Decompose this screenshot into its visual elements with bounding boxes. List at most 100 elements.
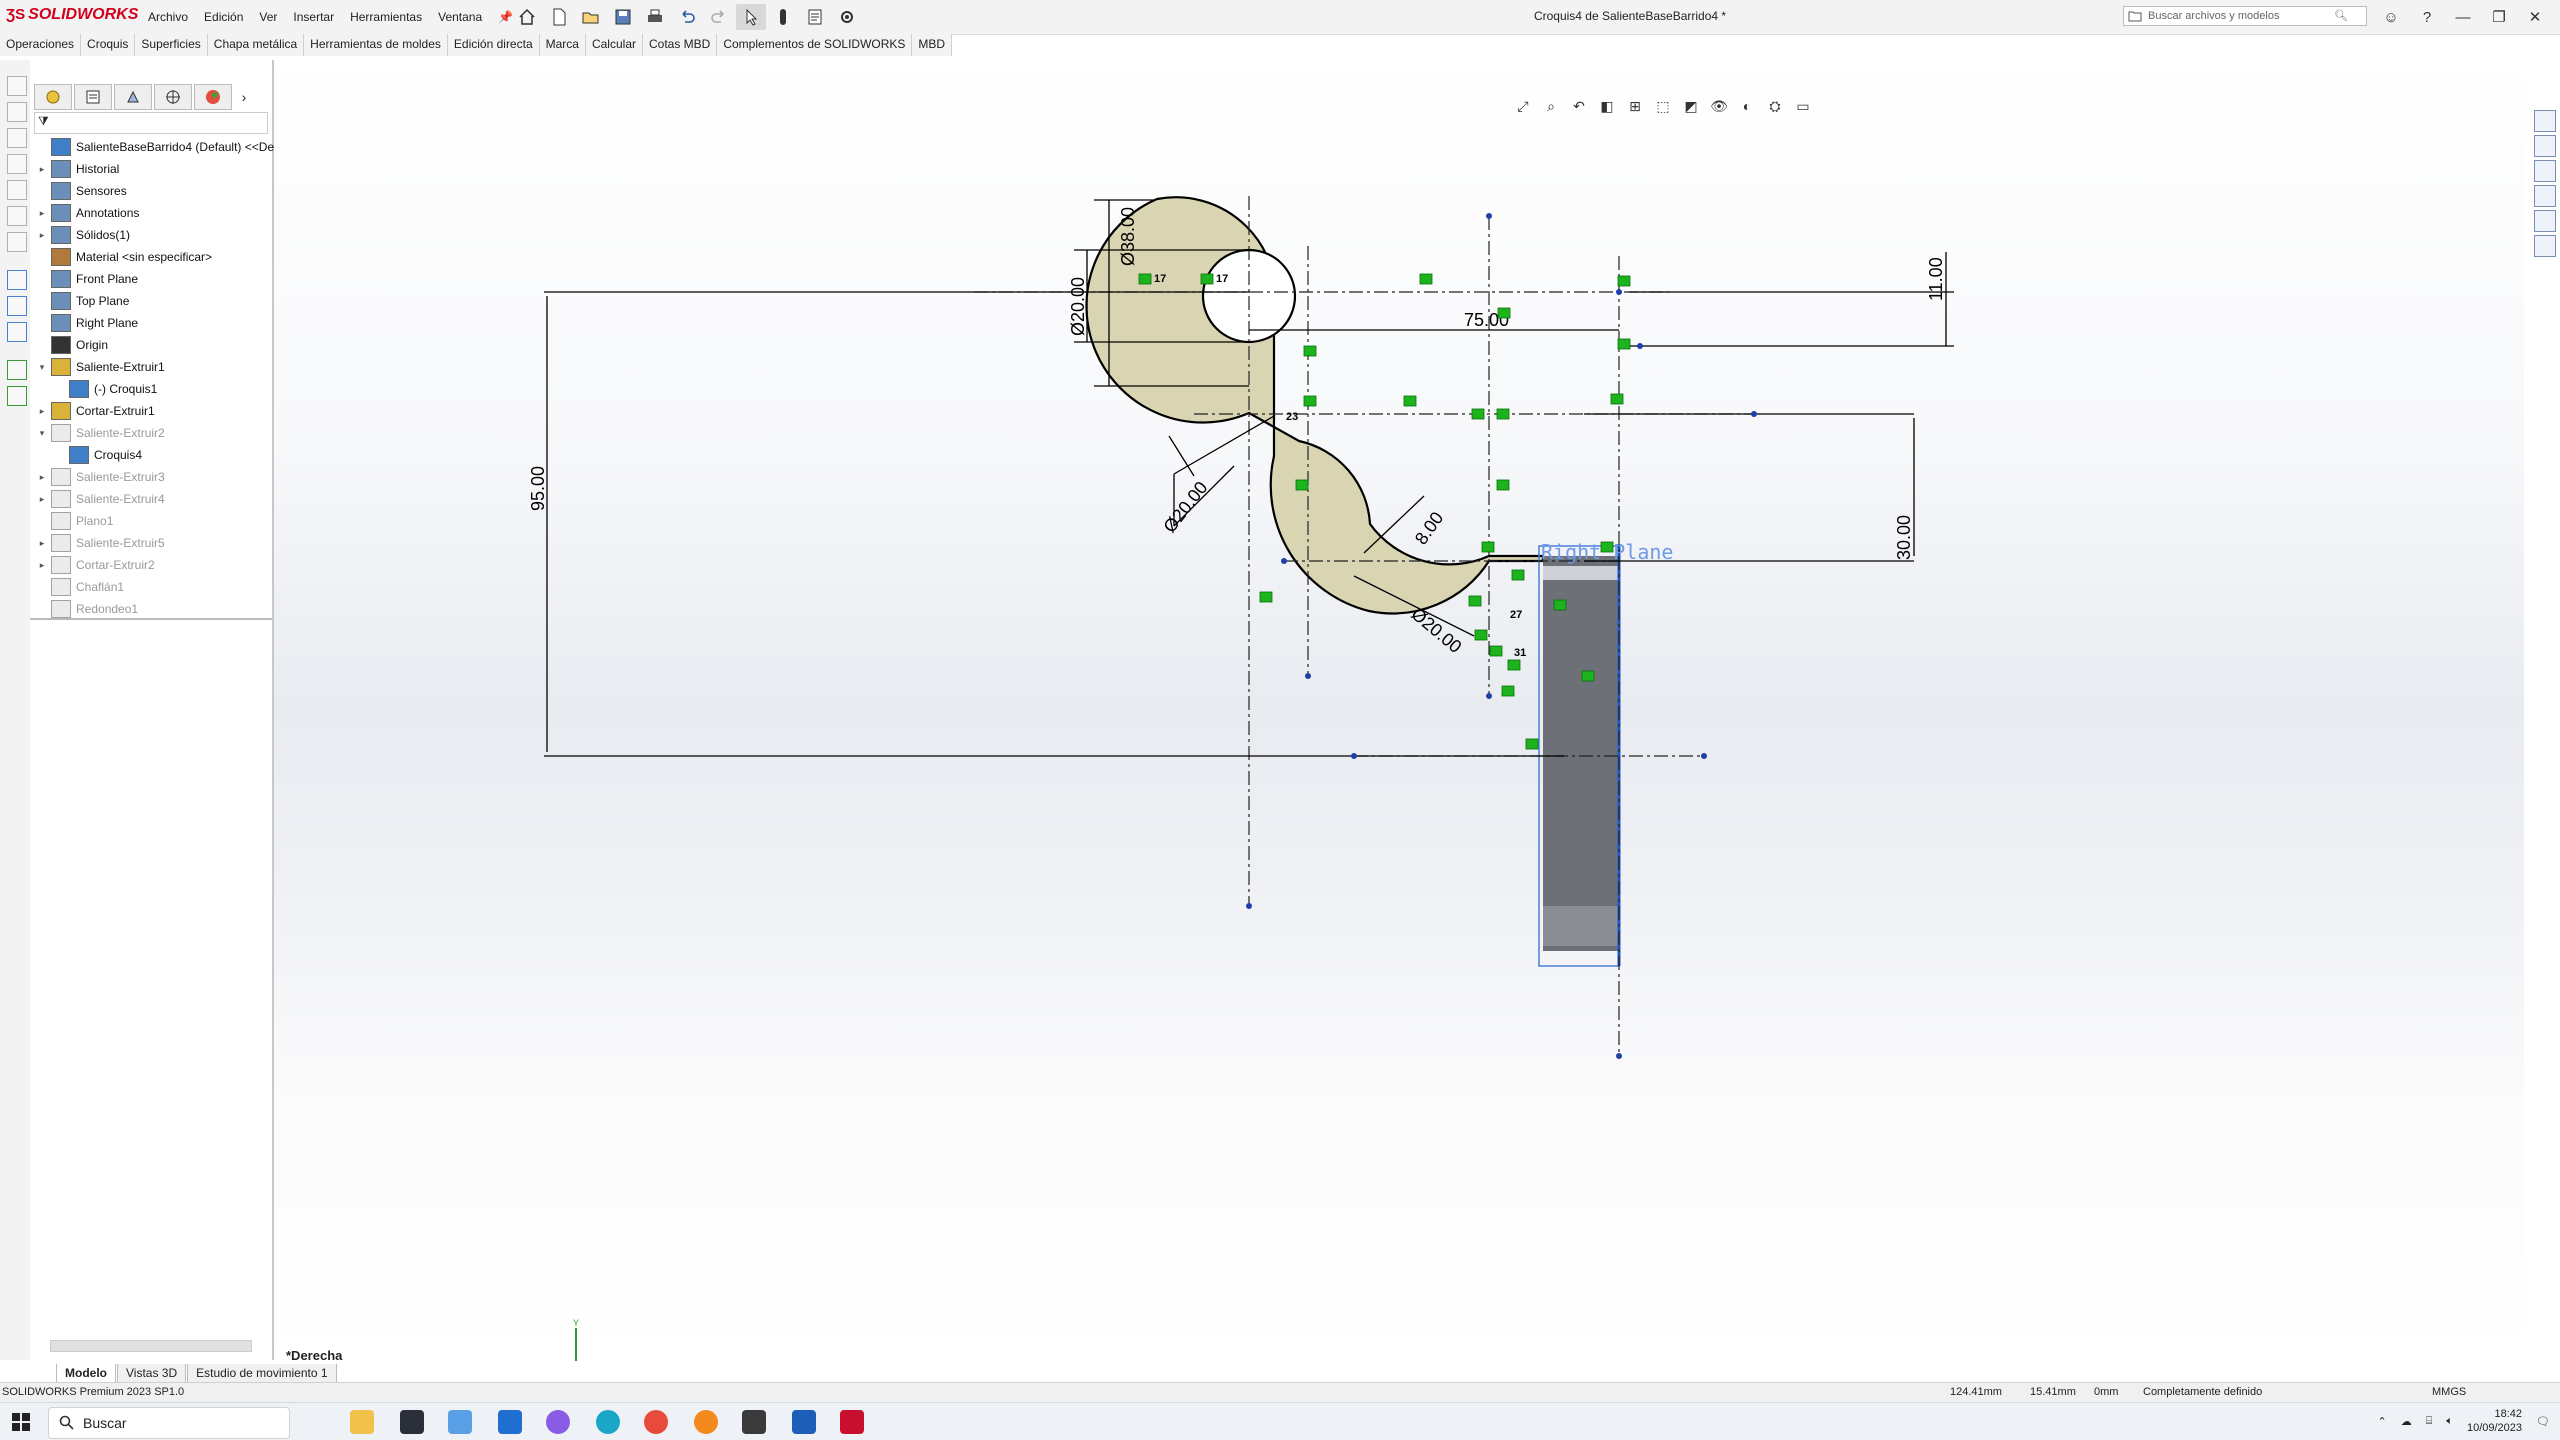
design-library-icon[interactable] [2534,135,2556,157]
tool-icon[interactable] [7,102,27,122]
dimension-diameter-38[interactable]: Ø38.00 [1118,207,1138,266]
home-icon[interactable] [512,4,542,30]
tab-chapa-metalica[interactable]: Chapa metálica [207,34,305,56]
tree-item[interactable]: ▸ Sólidos(1) [30,224,278,246]
file-explorer-app-icon[interactable] [350,1410,374,1434]
menu-ventana[interactable]: Ventana [432,8,488,26]
menu-edicion[interactable]: Edición [198,8,249,26]
view-palette-icon[interactable] [2534,185,2556,207]
tool-icon[interactable] [7,154,27,174]
tree-item[interactable]: Material <sin especificar> [30,246,278,268]
tray-chevron-icon[interactable]: ⌃ [2378,1415,2387,1428]
menu-herramientas[interactable]: Herramientas [344,8,428,26]
expand-arrow-icon[interactable]: ▸ [36,494,48,505]
tree-item[interactable]: SalienteBaseBarrido4 (Default) <<De [30,136,278,158]
file-explorer-icon[interactable] [2534,160,2556,182]
tree-item[interactable]: (-) Croquis1 [30,378,296,400]
tree-item[interactable]: Redondeo1 [30,598,278,620]
solid-body-face[interactable] [1543,556,1619,951]
tool-icon[interactable] [7,206,27,226]
options-gear-icon[interactable] [832,4,862,30]
traffic-light-icon[interactable] [768,4,798,30]
resources-home-icon[interactable] [2534,110,2556,132]
start-icon[interactable] [12,1413,30,1431]
tree-item[interactable]: ▸ Annotations [30,202,278,224]
sketch-tool-icon[interactable] [7,270,27,290]
menu-insertar[interactable]: Insertar [287,8,340,26]
print-icon[interactable] [640,4,670,30]
tab-mbd[interactable]: MBD [912,34,953,56]
solidworks-logo[interactable]: ƷS SOLIDWORKS [6,6,138,28]
tree-item[interactable]: Top Plane [30,290,278,312]
tree-item[interactable]: ▸ Saliente-Extruir3 [30,466,278,488]
redo-icon[interactable] [704,4,734,30]
tab-calcular[interactable]: Calcular [585,34,643,56]
sketch-canvas[interactable]: Right Plane Ø38.00 Ø20.00 75.00 11.00 95… [274,56,2524,1361]
user-icon[interactable]: ☺ [2378,4,2404,30]
expand-arrow-icon[interactable]: ▾ [36,362,48,373]
notifications-icon[interactable]: 🗨︎ [2536,1415,2550,1428]
tree-item[interactable]: Right Plane [30,312,278,334]
tree-item[interactable]: ▾ Saliente-Extruir2 [30,422,278,444]
expand-arrow-icon[interactable]: ▸ [36,472,48,483]
tab-operaciones[interactable]: Operaciones [0,34,82,56]
display-manager-icon[interactable] [194,84,232,110]
menu-ver[interactable]: Ver [253,8,283,26]
filter-input[interactable]: ⧩ [34,112,268,134]
tree-item[interactable]: Origin [30,334,278,356]
sketch-tool-icon[interactable] [7,322,27,342]
tree-item[interactable]: ▸ Cortar-Extruir2 [30,554,278,576]
expand-arrow-icon[interactable]: ▸ [36,164,48,175]
new-document-icon[interactable] [544,4,574,30]
clock[interactable]: 18:42 10/09/2023 [2467,1407,2522,1435]
menu-archivo[interactable]: Archivo [142,8,194,26]
file-properties-icon[interactable] [800,4,830,30]
close-icon[interactable]: ✕ [2522,4,2548,30]
tab-croquis[interactable]: Croquis [81,34,136,56]
firefox-app-icon[interactable] [694,1410,718,1434]
expand-arrow-icon[interactable]: ▾ [36,428,48,439]
expand-arrow-icon[interactable]: ▸ [36,538,48,549]
sketch-tool-icon[interactable] [7,296,27,316]
search-input[interactable]: Buscar archivos y modelos 🔍︎ [2123,6,2367,26]
dimension-diameter-20-mid[interactable]: Ø20.00 [1159,478,1211,537]
tab-cotas-mbd[interactable]: Cotas MBD [642,34,718,56]
tool-icon[interactable] [7,76,27,96]
sketch-tool-icon[interactable] [7,386,27,406]
tree-item[interactable]: ▸ Cortar-Extruir1 [30,400,278,422]
search-icon[interactable]: 🔍︎ [2334,9,2348,22]
tree-item[interactable]: Croquis4 [30,444,296,466]
cloud-icon[interactable]: ☁ [2401,1415,2412,1428]
custom-properties-icon[interactable] [2534,235,2556,257]
expand-panel-icon[interactable]: › [234,84,254,110]
appearances-icon[interactable] [2534,210,2556,232]
dimension-diameter-20-top[interactable]: Ø20.00 [1068,277,1088,336]
tree-item[interactable]: Plano1 [30,510,278,532]
save-icon[interactable] [608,4,638,30]
unit-system[interactable]: MMGS [2432,1386,2466,1398]
tool-icon[interactable] [7,232,27,252]
undo-icon[interactable] [672,4,702,30]
expand-arrow-icon[interactable]: ▸ [36,560,48,571]
tab-herramientas-moldes[interactable]: Herramientas de moldes [304,34,448,56]
tab-superficies[interactable]: Superficies [135,34,208,56]
taskbar-search[interactable]: Buscar [48,1407,290,1439]
property-manager-icon[interactable] [74,84,112,110]
help-icon[interactable]: ? [2414,4,2440,30]
chrome-app-icon[interactable] [644,1410,668,1434]
minimize-icon[interactable]: — [2450,4,2476,30]
dimension-11[interactable]: 11.00 [1926,257,1946,301]
dim-xpert-icon[interactable] [154,84,192,110]
feature-tree-icon[interactable] [34,84,72,110]
open-icon[interactable] [576,4,606,30]
horizontal-scrollbar[interactable] [50,1340,252,1352]
tab-modelo[interactable]: Modelo [56,1364,116,1383]
dimension-95[interactable]: 95.00 [528,466,548,511]
tree-item[interactable]: Chaflán1 [30,576,278,598]
graphics-area[interactable]: ⤢ ⌕ ↶ ◧ ⊞ ⬚ ◩ 👁︎ ◐ ⛭ ▭ Right Plane Ø38.0… [274,56,2524,1361]
dimension-8[interactable]: 8.00 [1411,508,1447,548]
tab-complementos[interactable]: Complementos de SOLIDWORKS [717,34,913,56]
expand-arrow-icon[interactable]: ▸ [36,208,48,219]
tab-edicion-directa[interactable]: Edición directa [447,34,540,56]
photos-app-icon[interactable] [448,1410,472,1434]
